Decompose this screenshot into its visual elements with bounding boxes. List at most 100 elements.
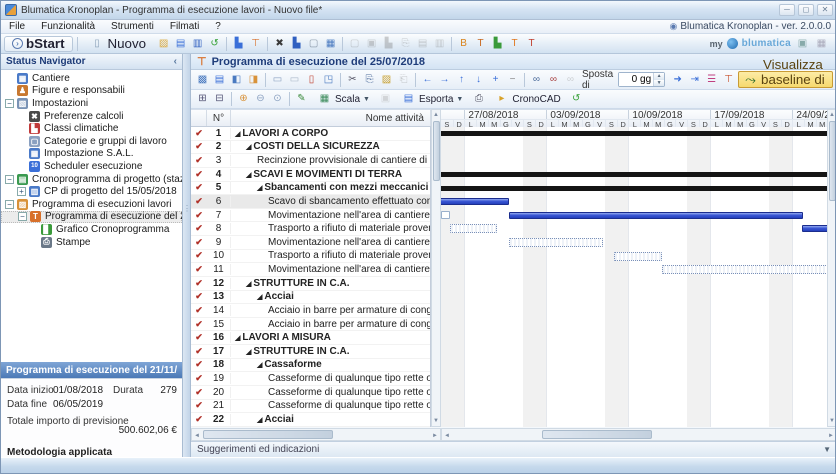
table-row[interactable]: ✔ 14 Acciaio in barre per armature di cong… [191, 304, 430, 318]
close-button[interactable]: ✕ [817, 4, 833, 16]
suggestions-bar[interactable]: Suggerimenti ed indicazioni ▼ [191, 441, 835, 457]
table-row[interactable]: ✔ 22 ◢ Acciai [191, 413, 430, 427]
collapse-sidebar-icon[interactable]: ‹ [174, 56, 177, 67]
table-vscrollbar[interactable]: ▲ ▼ [431, 109, 441, 427]
save-icon[interactable]: ▤ [173, 36, 188, 51]
tree-item-climate-chart[interactable]: ▙ Classi climatiche [1, 122, 182, 135]
tree-item-work-categories[interactable]: ▢ Categorie e gruppi di lavoro [1, 135, 182, 148]
zoom-out-icon[interactable]: ⊖ [253, 92, 268, 107]
expand-node-icon[interactable]: + [17, 187, 26, 197]
collapse-group-icon[interactable]: ◢ [235, 131, 240, 138]
tree-item-scheduler[interactable]: 10 Scheduler esecuzione [1, 160, 182, 173]
insert-dropdown-icon[interactable]: ▭ [287, 72, 302, 87]
table-row[interactable]: ✔ 19 Casseforme di qualunque tipo rette o … [191, 372, 430, 386]
constraint-icon[interactable]: ⇥ [687, 72, 702, 87]
table-row[interactable]: ✔ 2 ◢ COSTI DELLA SICUREZZA [191, 140, 430, 155]
table-row[interactable]: ✔ 5 ◢ Sbancamenti con mezzi meccanici [191, 181, 430, 196]
cronocad-button[interactable]: ▸ CronoCAD [488, 91, 566, 107]
gantt-planned-bar[interactable] [450, 224, 498, 234]
table-row[interactable]: ✔ 13 ◢ Acciai [191, 290, 430, 305]
collapse-group-icon[interactable]: ◢ [257, 417, 262, 424]
tree-item-project-schedule[interactable]: −▤ Cronoprogramma di progetto (stazione a… [1, 173, 182, 186]
gantt-planned-bar[interactable] [662, 265, 827, 275]
gantt-summary-bar[interactable] [441, 185, 827, 191]
move-down-icon[interactable]: ↓ [471, 72, 486, 87]
table-row[interactable]: ✔ 4 ◢ SCAVI E MOVIMENTI DI TERRA [191, 167, 430, 182]
apps-icon[interactable]: ▦ [814, 36, 829, 51]
delete-row-icon[interactable]: ▯ [304, 72, 319, 87]
window-icon[interactable]: ▢ [306, 36, 321, 51]
table-row[interactable]: ✔ 15 Acciaio in barre per armature di cong… [191, 317, 430, 332]
program-del-icon[interactable]: T [524, 36, 539, 51]
tree-item-print[interactable]: ⎙ Stampe [1, 236, 182, 249]
table-row[interactable]: ✔ 21 Casseforme di qualunque tipo rette o … [191, 399, 430, 414]
table-row[interactable]: ✔ 10 Trasporto a rifiuto di materiale prov… [191, 249, 430, 264]
add-icon[interactable]: + [488, 72, 503, 87]
gantt-planned-bar[interactable] [614, 251, 663, 261]
levels-icon[interactable]: ☰ [704, 72, 719, 87]
gantt-planned-bar[interactable] [508, 238, 603, 248]
collapse-node-icon[interactable]: − [5, 174, 14, 184]
info-icon[interactable]: ◧ [229, 72, 244, 87]
copy-icon[interactable]: ⎘ [362, 72, 377, 87]
collapse-group-icon[interactable]: ◢ [257, 185, 262, 192]
gantt-task-bar[interactable] [801, 225, 827, 233]
expand-all-icon[interactable]: ⊞ [195, 92, 210, 107]
layout-tool-icon[interactable]: ⊤ [248, 36, 263, 51]
indent-icon[interactable]: → [437, 72, 452, 87]
collapse-group-icon[interactable]: ◢ [246, 349, 251, 356]
sposta-input[interactable] [619, 73, 654, 86]
gantt-task-bar[interactable] [441, 198, 509, 206]
table-hscrollbar[interactable]: ◄ ► [191, 428, 441, 441]
remove-icon[interactable]: − [505, 72, 520, 87]
collapse-group-icon[interactable]: ◢ [246, 172, 251, 179]
tools-icon[interactable]: ✖ [272, 36, 287, 51]
menu-strumenti[interactable]: Strumenti [103, 21, 162, 32]
move-up-icon[interactable]: ↑ [454, 72, 469, 87]
save-all-icon[interactable]: ▥ [190, 36, 205, 51]
table-row[interactable]: ✔ 8 Trasporto a rifiuto di materiale prove… [191, 222, 430, 236]
table-row[interactable]: ✔ 9 Movimentazione nell'area di cantiere d… [191, 236, 430, 250]
chevron-down-icon[interactable]: ▼ [823, 445, 831, 454]
table-row[interactable]: ✔ 16 ◢ LAVORI A MISURA [191, 331, 430, 345]
sidebar-splitter[interactable]: ⋮ [183, 54, 191, 457]
gantt-task-bar[interactable] [508, 211, 803, 219]
table-row[interactable]: ✔ 6 Scavo di sbancamento effettuato con me… [191, 195, 430, 209]
tree-item-cp-document[interactable]: + ▥ CP di progetto del 15/05/2018 [1, 185, 182, 198]
visualizza-baseline-button[interactable]: ⤳ Visualizza baseline di progetto [738, 57, 833, 102]
gantt-hscrollbar[interactable]: ◄ ► [441, 428, 835, 441]
menu-file[interactable]: File [1, 21, 33, 32]
program-orange-icon[interactable]: T [507, 36, 522, 51]
tree-item-execution-program[interactable]: −T Programma di esecuzione del 25/07/2018 [1, 210, 182, 224]
collapse-all-icon[interactable]: ⊟ [212, 92, 227, 107]
pen-style-icon[interactable]: ✎ [294, 92, 309, 107]
minimize-button[interactable]: ─ [779, 4, 795, 16]
tree-item-gantt-graph[interactable]: ▊ Grafico Cronoprogramma [1, 223, 182, 236]
table-row[interactable]: ✔ 11 Movimentazione nell'area di cantiere … [191, 263, 430, 277]
undo-icon[interactable]: ↺ [207, 36, 222, 51]
tree-item-settings-folder[interactable]: − ▧ Impostazioni [1, 97, 182, 110]
account-icon[interactable]: ▣ [795, 36, 810, 51]
collapse-node-icon[interactable]: − [18, 212, 27, 222]
zoom-fit-icon[interactable]: ⊙ [270, 92, 285, 107]
num-column-header[interactable]: N° [207, 110, 231, 126]
table-row[interactable]: ✔ 17 ◢ STRUTTURE IN C.A. [191, 345, 430, 359]
table-row[interactable]: ✔ 18 ◢ Cassaforme [191, 358, 430, 373]
program-tool-icon[interactable]: ⊤ [721, 72, 736, 87]
new-row-icon[interactable]: ▭ [270, 72, 285, 87]
esporta-button[interactable]: ▤ Esporta ▼ [395, 91, 469, 107]
collapse-group-icon[interactable]: ◢ [246, 281, 251, 288]
tree-item-calc-preferences[interactable]: ✖ Preferenze calcoli [1, 110, 182, 123]
gantt-summary-bar[interactable] [441, 131, 827, 136]
grid-edit-icon[interactable]: ▩ [195, 72, 210, 87]
grid-icon[interactable]: ▦ [323, 36, 338, 51]
outdent-icon[interactable]: ← [420, 72, 435, 87]
collapse-group-icon[interactable]: ◢ [235, 335, 240, 342]
menu-filmati[interactable]: Filmati [162, 21, 207, 32]
gantt-summary-bar[interactable] [441, 171, 827, 177]
go-to-icon[interactable]: ➜ [670, 72, 685, 87]
collapse-group-icon[interactable]: ◢ [257, 294, 262, 301]
gantt-planned-bar[interactable] [441, 210, 451, 219]
tree-item-works-programs-folder[interactable]: − ▨ Programma di esecuzioni lavori [1, 198, 182, 211]
baseline-b-icon[interactable]: B [456, 36, 471, 51]
